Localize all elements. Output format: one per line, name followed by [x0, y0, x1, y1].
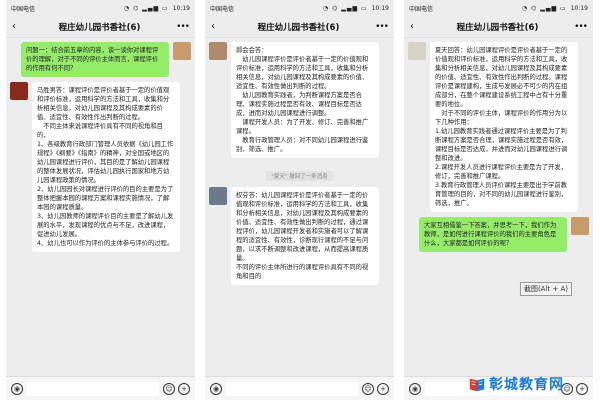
chat-message: 大家互相借鉴一下答案，并思考一下，我们作为教师，是如何进行课程评价的我们的主要角…: [408, 217, 589, 252]
input-bar: ◉ ☺ +: [6, 376, 195, 400]
system-notice-text: "夏天" 撤回了一条消息: [266, 171, 333, 181]
message-bubble[interactable]: 马胜男答：课程评价是评价者基于一定的价值观和评价标准，运用科学的方法和工具，收集…: [32, 82, 180, 252]
chat-title: 程庄幼儿园书香社(6): [456, 22, 539, 33]
chat-screen-1: 中国电信 ◔ ⌬ ▂▄▆ ▭ 10:19 ‹ 程庄幼儿园书香社(6) ••• 问题一：结合前…: [6, 0, 195, 400]
chat-message: 问题一：结合前五章的内容，谈一谈你对课程评价的理解，对于不同的评价主体而言，课程…: [10, 42, 191, 77]
clock-time: 10:19: [172, 4, 190, 12]
signal-battery-icon: ◔ ⌬ ▂▄▆ ▭: [521, 4, 567, 12]
plus-icon[interactable]: +: [178, 382, 190, 395]
more-options-icon[interactable]: •••: [573, 22, 588, 32]
message-bubble[interactable]: 郝会会答： 幼儿园课程评价是评价者基于一定的价值观和评价标准，运用科学的方法和工…: [231, 42, 379, 158]
status-bar: 中国电信 ◔ ⌬ ▂▄▆ ▭ 10:19: [404, 0, 593, 16]
voice-icon[interactable]: ◉: [11, 382, 23, 395]
avatar[interactable]: [408, 42, 426, 60]
voice-icon[interactable]: ◉: [409, 382, 421, 395]
message-bubble[interactable]: 夏天回答：幼儿园课程评价是评价者基于一定的价值观和评价标准，运用科学的方法和工具…: [430, 42, 578, 212]
plus-icon[interactable]: +: [377, 382, 389, 395]
message-input[interactable]: [226, 381, 358, 396]
emoji-icon[interactable]: ☺: [362, 382, 374, 395]
back-arrow-icon[interactable]: ‹: [12, 21, 24, 32]
chat-title: 程庄幼儿园书香社(6): [257, 22, 340, 33]
signal-battery-icon: ◔ ⌬ ▂▄▆ ▭: [322, 4, 368, 12]
chat-header: ‹ 程庄幼儿园书香社(6) •••: [205, 16, 394, 38]
status-bar: 中国电信 ◔ ⌬ ▂▄▆ ▭ 10:19: [205, 0, 394, 16]
voice-icon[interactable]: ◉: [210, 382, 222, 395]
avatar[interactable]: [10, 82, 28, 100]
back-arrow-icon[interactable]: ‹: [410, 21, 422, 32]
emoji-icon[interactable]: ☺: [163, 382, 175, 395]
chat-screen-2: 中国电信 ◔ ⌬ ▂▄▆ ▭ 10:19 ‹ 程庄幼儿园书香社(6) ••• 郝会会答： 幼…: [205, 0, 394, 400]
clock-time: 10:19: [570, 4, 588, 12]
avatar[interactable]: [173, 42, 191, 60]
chat-title: 程庄幼儿园书香社(6): [58, 22, 141, 33]
clock-time: 10:19: [371, 4, 389, 12]
avatar[interactable]: [209, 42, 227, 60]
plus-icon[interactable]: +: [576, 382, 588, 395]
carrier-label: 中国电信: [210, 5, 235, 13]
watermark-text: 彰城教育网: [489, 377, 564, 393]
chat-screen-3: 中国电信 ◔ ⌬ ▂▄▆ ▭ 10:19 ‹ 程庄幼儿园书香社(6) ••• 夏天回答：幼儿…: [404, 0, 593, 400]
message-list[interactable]: 问题一：结合前五章的内容，谈一谈你对课程评价的理解，对于不同的评价主体而言，课程…: [6, 38, 195, 376]
chat-header: ‹ 程庄幼儿园书香社(6) •••: [404, 16, 593, 38]
avatar[interactable]: [571, 217, 589, 235]
system-notice: "夏天" 撤回了一条消息: [209, 163, 390, 182]
carrier-label: 中国电信: [11, 5, 36, 13]
message-input[interactable]: [27, 381, 159, 396]
signal-battery-icon: ◔ ⌬ ▂▄▆ ▭: [123, 4, 169, 12]
watermark: 彰城教育网: [468, 374, 564, 394]
chat-message: 马胜男答：课程评价是评价者基于一定的价值观和评价标准，运用科学的方法和工具，收集…: [10, 82, 191, 252]
message-list[interactable]: 夏天回答：幼儿园课程评价是评价者基于一定的价值观和评价标准，运用科学的方法和工具…: [404, 38, 593, 376]
status-bar: 中国电信 ◔ ⌬ ▂▄▆ ▭ 10:19: [6, 0, 195, 16]
message-list[interactable]: 郝会会答： 幼儿园课程评价是评价者基于一定的价值观和评价标准，运用科学的方法和工…: [205, 38, 394, 376]
more-options-icon[interactable]: •••: [374, 22, 389, 32]
screenshot-tooltip: 截图(Alt + A): [519, 282, 572, 296]
chat-header: ‹ 程庄幼儿园书香社(6) •••: [6, 16, 195, 38]
message-bubble[interactable]: 权芬答：幼儿园课程评价是评价者基于一定的价值观和评价标准，运用科学的方法和工具，…: [231, 187, 379, 285]
chat-message: 权芬答：幼儿园课程评价是评价者基于一定的价值观和评价标准，运用科学的方法和工具，…: [209, 187, 390, 285]
input-bar: ◉ ☺ +: [205, 376, 394, 400]
carrier-label: 中国电信: [409, 5, 434, 13]
chat-message: 夏天回答：幼儿园课程评价是评价者基于一定的价值观和评价标准，运用科学的方法和工具…: [408, 42, 589, 212]
more-options-icon[interactable]: •••: [175, 22, 190, 32]
avatar[interactable]: [209, 187, 227, 205]
message-bubble[interactable]: 问题一：结合前五章的内容，谈一谈你对课程评价的理解，对于不同的评价主体而言，课程…: [21, 42, 169, 77]
watermark-logo-icon: [469, 378, 485, 392]
message-bubble[interactable]: 大家互相借鉴一下答案，并思考一下，我们作为教师，是如何进行课程评价的我们的主要角…: [419, 217, 567, 252]
back-arrow-icon[interactable]: ‹: [211, 21, 223, 32]
chat-message: 郝会会答： 幼儿园课程评价是评价者基于一定的价值观和评价标准，运用科学的方法和工…: [209, 42, 390, 158]
